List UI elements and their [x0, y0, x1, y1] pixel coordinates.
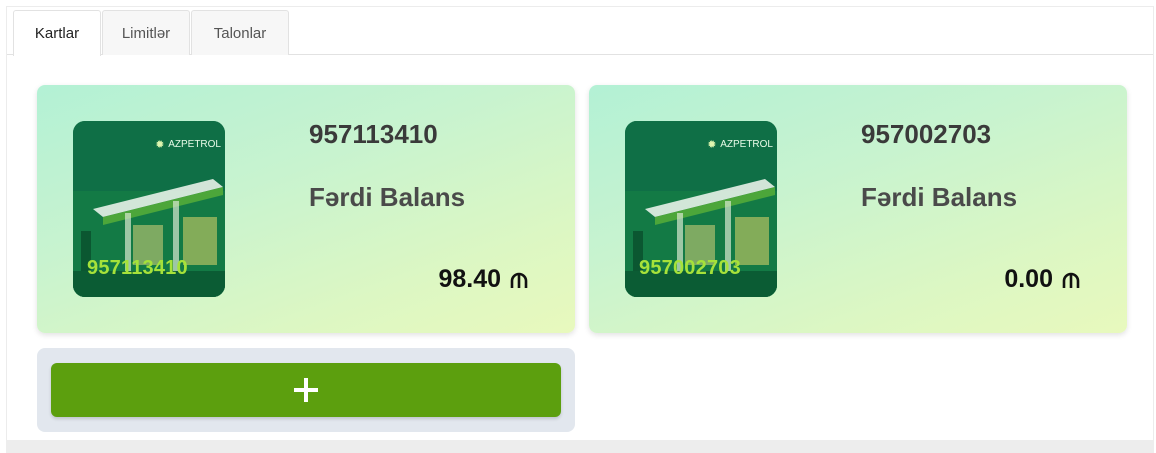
card-image-number: 957002703	[639, 257, 741, 279]
plus-icon	[294, 378, 318, 402]
cards-panel: Kartlar Limitlər Talonlar ✹ AZPETROL 957…	[6, 6, 1154, 442]
tab-talonlar[interactable]: Talonlar	[191, 10, 289, 55]
brand-star-icon: ✹	[707, 138, 717, 151]
card-balance: 0.00	[1004, 265, 1081, 294]
brand-star-icon: ✹	[155, 138, 165, 151]
card-image: ✹ AZPETROL 957002703	[625, 121, 777, 297]
fuel-card[interactable]: ✹ AZPETROL 957002703 957002703 Fərdi Bal…	[589, 85, 1127, 333]
tab-label: Kartlar	[34, 25, 80, 42]
balance-value: 0.00	[1004, 265, 1053, 293]
card-image: ✹ AZPETROL 957113410	[73, 121, 225, 297]
tab-kartlar[interactable]: Kartlar	[13, 10, 101, 56]
card-type: Fərdi Balans	[861, 182, 1018, 212]
tab-bar: Kartlar Limitlər Talonlar	[7, 7, 1153, 56]
tab-label: Limitlər	[121, 24, 171, 42]
fuel-card[interactable]: ✹ AZPETROL 957113410 957113410 Fərdi Bal…	[37, 85, 575, 333]
tab-label: Talonlar	[213, 24, 267, 42]
card-number: 957002703	[861, 119, 992, 149]
card-image-number: 957113410	[87, 257, 188, 279]
balance-value: 98.40	[438, 265, 501, 293]
add-card-container	[37, 348, 575, 432]
bottom-strip	[6, 440, 1154, 453]
card-type: Fərdi Balans	[309, 182, 466, 212]
brand-logo: ✹ AZPETROL	[155, 139, 221, 150]
add-card-button[interactable]	[51, 363, 561, 417]
card-number: 957113410	[309, 119, 438, 149]
card-balance: 98.40	[438, 265, 529, 294]
tab-limitler[interactable]: Limitlər	[102, 10, 190, 55]
manat-icon	[1062, 272, 1080, 288]
manat-icon	[510, 272, 528, 288]
brand-logo: ✹ AZPETROL	[707, 139, 773, 150]
brand-name: AZPETROL	[168, 139, 221, 150]
brand-name: AZPETROL	[720, 139, 773, 150]
